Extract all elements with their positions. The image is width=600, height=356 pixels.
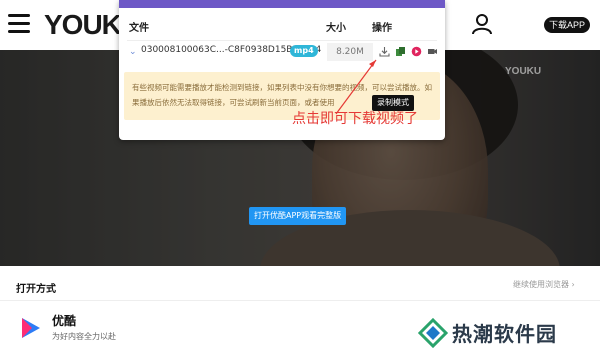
copy-icon[interactable] <box>395 46 406 57</box>
file-size: 8.20M <box>327 43 373 61</box>
record-icon[interactable] <box>411 46 422 57</box>
continue-browser-link[interactable]: 继续使用浏览器 › <box>513 279 575 290</box>
open-app-button[interactable]: 打开优酷APP观看完整版 <box>249 207 347 225</box>
file-row: ⌄ 030008100063C...-C8F0938D15BE.mp4 mp4 … <box>127 40 437 62</box>
video-watermark: YOUKU <box>505 66 542 77</box>
column-actions: 操作 <box>372 23 392 34</box>
sheet-title: 打开方式 <box>16 284 56 295</box>
camera-icon[interactable] <box>427 46 438 57</box>
download-app-button[interactable]: 下载APP <box>544 17 591 33</box>
site-logo-icon <box>418 318 448 348</box>
column-size: 大小 <box>326 23 346 34</box>
youku-app-icon[interactable] <box>16 314 44 342</box>
app-description: 为好内容全力以赴 <box>52 332 116 341</box>
column-file: 文件 <box>129 23 149 34</box>
user-icon[interactable] <box>471 13 493 35</box>
app-name[interactable]: 优酷 <box>52 312 76 329</box>
dialog-accent-bar <box>119 0 445 8</box>
annotation-text: 点击即可下载视频了 <box>292 111 418 127</box>
chevron-down-icon[interactable]: ⌄ <box>129 47 137 57</box>
divider <box>0 300 600 301</box>
file-type-badge: mp4 <box>290 45 318 57</box>
download-icon[interactable] <box>379 46 390 57</box>
menu-icon[interactable] <box>8 14 30 34</box>
site-watermark: 热潮软件园 <box>452 322 557 346</box>
